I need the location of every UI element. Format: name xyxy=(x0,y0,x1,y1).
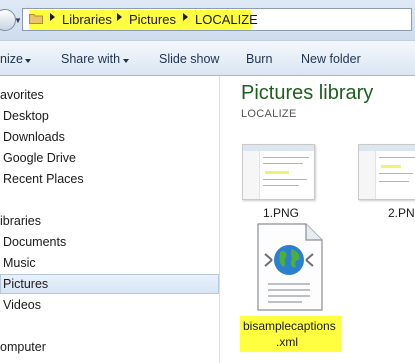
organize-button[interactable]: nize xyxy=(0,52,23,66)
navigation-pane: avorites Desktop Downloads Google Drive … xyxy=(0,76,220,363)
nav-libraries[interactable]: ibraries xyxy=(0,214,41,228)
xml-globe-document-icon[interactable] xyxy=(252,222,326,314)
file-name-extension[interactable]: .xml xyxy=(276,335,298,349)
image-thumbnail[interactable] xyxy=(242,144,315,200)
breadcrumb-separator-icon[interactable] xyxy=(50,13,55,21)
chevron-down-icon xyxy=(25,59,31,63)
breadcrumb-separator-icon[interactable] xyxy=(117,13,122,21)
breadcrumb-localize[interactable]: LOCALIZE xyxy=(195,12,258,27)
nav-item-pictures[interactable]: Pictures xyxy=(3,277,48,291)
nav-item-recent-places[interactable]: Recent Places xyxy=(3,172,84,186)
slide-show-button[interactable]: Slide show xyxy=(159,52,219,66)
nav-item-documents[interactable]: Documents xyxy=(3,235,66,249)
nav-item-downloads[interactable]: Downloads xyxy=(3,130,65,144)
history-dropdown-icon[interactable]: ▼ xyxy=(14,16,22,25)
nav-item-desktop[interactable]: Desktop xyxy=(3,109,49,123)
burn-button[interactable]: Burn xyxy=(246,52,272,66)
nav-computer[interactable]: omputer xyxy=(0,340,46,354)
nav-item-google-drive[interactable]: Google Drive xyxy=(3,151,76,165)
file-name[interactable]: bisamplecaptions xyxy=(243,319,336,333)
breadcrumb-pictures[interactable]: Pictures xyxy=(129,12,176,27)
library-title: Pictures library xyxy=(241,82,374,104)
chevron-down-icon xyxy=(123,59,129,63)
library-subtitle: LOCALIZE xyxy=(241,108,297,120)
breadcrumb-separator-icon[interactable] xyxy=(183,13,188,21)
command-toolbar: nize Share with Slide show Burn New fold… xyxy=(0,40,415,76)
file-name[interactable]: 1.PNG xyxy=(263,206,299,220)
nav-item-videos[interactable]: Videos xyxy=(3,298,41,312)
share-with-button[interactable]: Share with xyxy=(61,52,120,66)
folder-icon xyxy=(29,14,43,24)
breadcrumb-libraries[interactable]: Libraries xyxy=(62,12,112,27)
nav-item-music[interactable]: Music xyxy=(3,256,36,270)
file-name[interactable]: 2.PNG xyxy=(388,206,415,220)
new-folder-button[interactable]: New folder xyxy=(301,52,361,66)
nav-favorites[interactable]: avorites xyxy=(0,88,44,102)
image-thumbnail[interactable] xyxy=(358,144,415,200)
